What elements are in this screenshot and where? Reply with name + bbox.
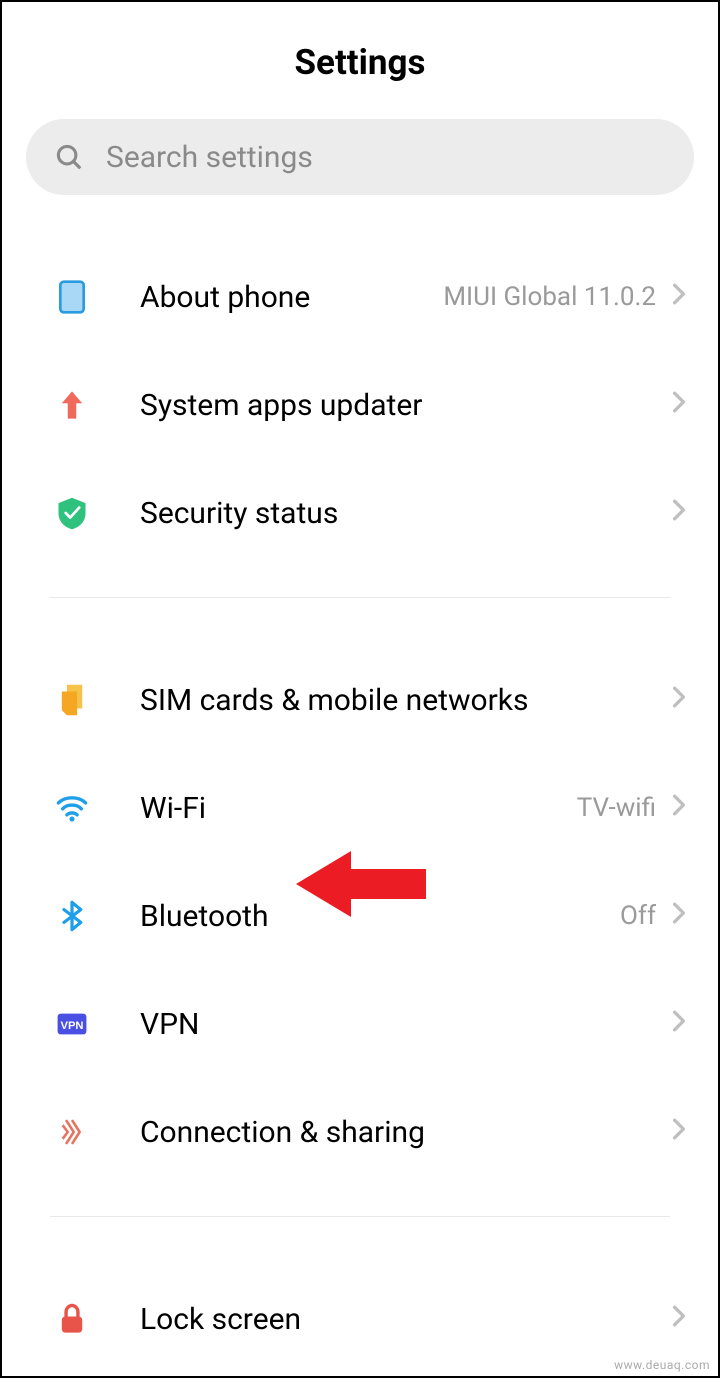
chevron-right-icon [672, 391, 692, 419]
update-icon [50, 383, 94, 427]
phone-icon [50, 275, 94, 319]
row-about-phone[interactable]: About phone MIUI Global 11.0.2 [2, 243, 718, 351]
group-divider [50, 1216, 670, 1217]
share-icon [50, 1110, 94, 1154]
row-label: VPN [140, 1007, 672, 1042]
settings-group-1: About phone MIUI Global 11.0.2 System ap… [2, 243, 718, 567]
row-value: MIUI Global 11.0.2 [443, 282, 656, 312]
svg-text:VPN: VPN [60, 1020, 83, 1032]
row-label: Security status [140, 496, 672, 531]
chevron-right-icon [672, 1305, 692, 1333]
row-value: Off [620, 901, 656, 931]
chevron-right-icon [672, 902, 692, 930]
row-label: SIM cards & mobile networks [140, 683, 672, 718]
row-wifi[interactable]: Wi-Fi TV-wifi [2, 754, 718, 862]
vpn-icon: VPN [50, 1002, 94, 1046]
group-divider [50, 597, 670, 598]
row-label: Wi-Fi [140, 791, 577, 826]
chevron-right-icon [672, 686, 692, 714]
chevron-right-icon [672, 1010, 692, 1038]
chevron-right-icon [672, 283, 692, 311]
row-label: Lock screen [140, 1302, 672, 1337]
search-icon [54, 142, 84, 172]
row-system-apps-updater[interactable]: System apps updater [2, 351, 718, 459]
shield-icon [50, 491, 94, 535]
row-bluetooth[interactable]: Bluetooth Off [2, 862, 718, 970]
row-vpn[interactable]: VPN VPN [2, 970, 718, 1078]
row-connection-sharing[interactable]: Connection & sharing [2, 1078, 718, 1186]
chevron-right-icon [672, 794, 692, 822]
row-label: About phone [140, 280, 443, 315]
lock-icon [50, 1297, 94, 1341]
search-input[interactable]: Search settings [26, 119, 694, 195]
settings-group-3: Lock screen [2, 1265, 718, 1373]
row-label: Connection & sharing [140, 1115, 672, 1150]
search-placeholder: Search settings [106, 140, 313, 175]
chevron-right-icon [672, 1118, 692, 1146]
watermark-text: www.deuaq.com [614, 1358, 710, 1372]
row-value: TV-wifi [577, 793, 656, 823]
wifi-icon [50, 786, 94, 830]
bluetooth-icon [50, 894, 94, 938]
chevron-right-icon [672, 499, 692, 527]
row-security-status[interactable]: Security status [2, 459, 718, 567]
page-title: Settings [2, 2, 718, 119]
row-label: System apps updater [140, 388, 672, 423]
sim-icon [50, 678, 94, 722]
row-label: Bluetooth [140, 899, 620, 934]
row-sim-cards[interactable]: SIM cards & mobile networks [2, 646, 718, 754]
row-lock-screen[interactable]: Lock screen [2, 1265, 718, 1373]
settings-group-2: SIM cards & mobile networks Wi-Fi TV-wif… [2, 646, 718, 1186]
